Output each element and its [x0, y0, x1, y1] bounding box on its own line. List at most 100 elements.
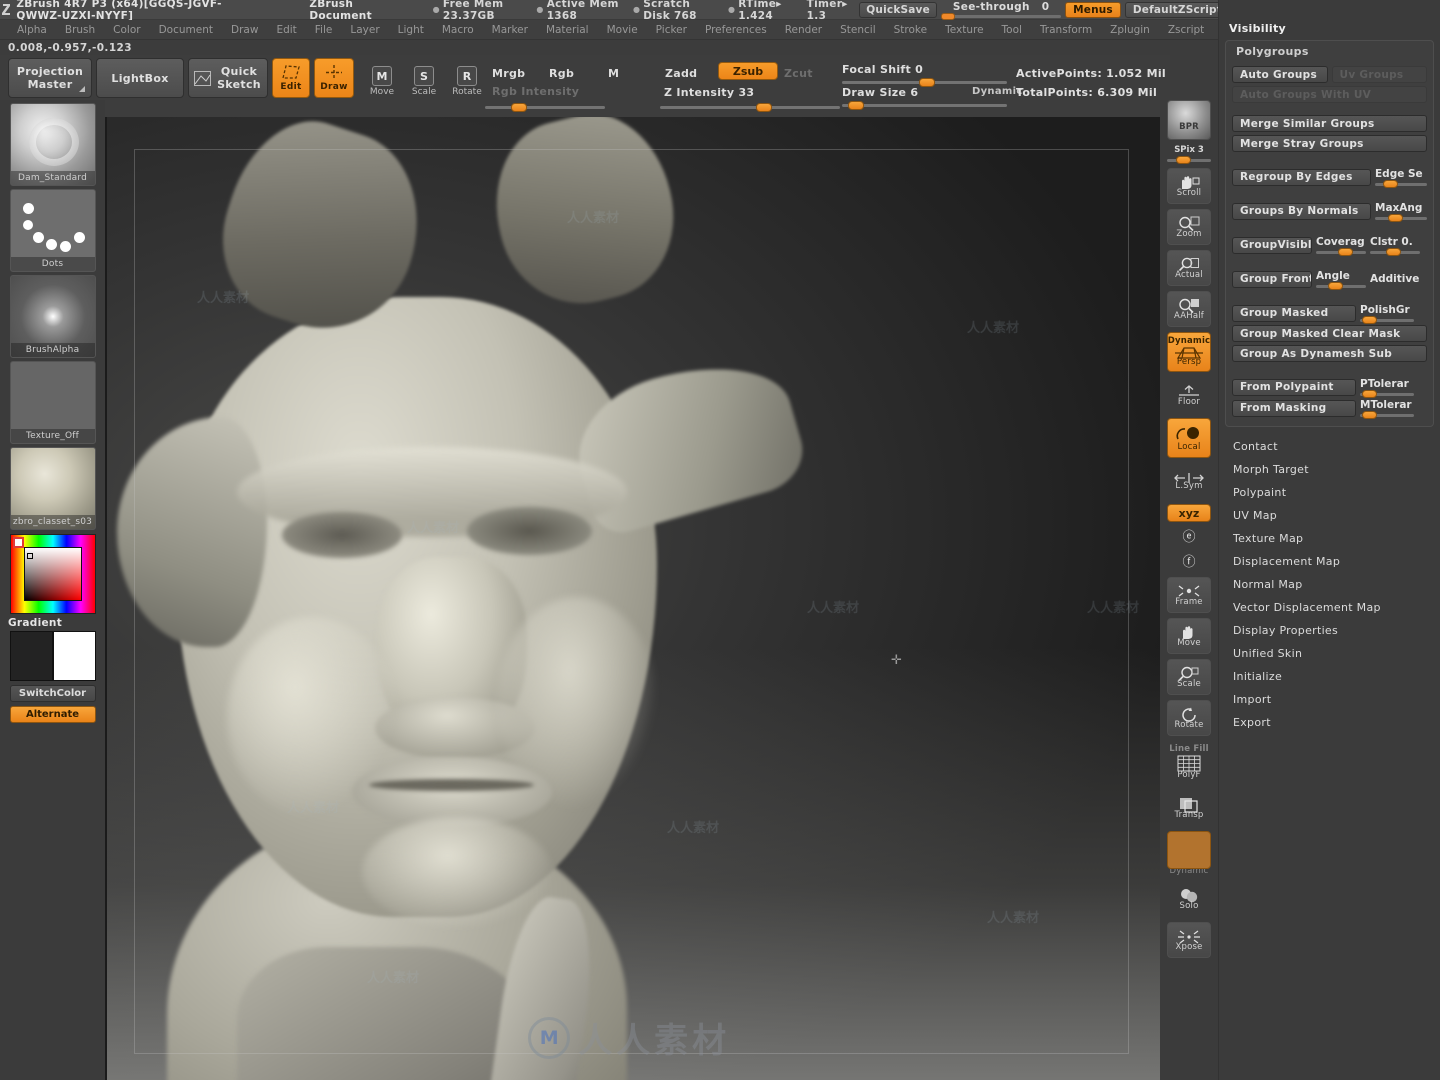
rgb-button[interactable]: Rgb: [549, 67, 574, 80]
canvas-document[interactable]: ✛ 人人素材 人人素材 人人素材 人人素材 人人素材 人人素材 人人素材 人人素…: [107, 117, 1160, 1080]
group-as-dynamesh-sub-button[interactable]: Group As Dynamesh Sub: [1232, 345, 1427, 362]
auto-groups-button[interactable]: Auto Groups: [1232, 66, 1328, 83]
menu-item-layer[interactable]: Layer: [341, 20, 388, 40]
frame-button[interactable]: Frame: [1167, 577, 1211, 613]
uv-groups-button[interactable]: Uv Groups: [1331, 66, 1427, 83]
zcut-button[interactable]: Zcut: [784, 67, 813, 80]
move-button[interactable]: M Move: [366, 65, 398, 97]
mtolerance-knob[interactable]: [1362, 411, 1377, 419]
xpose-button[interactable]: Xpose: [1167, 922, 1211, 958]
current-texture-swatch[interactable]: Texture_Off: [9, 361, 96, 444]
angle-slider[interactable]: Angle: [1316, 270, 1366, 290]
xyz-button[interactable]: xyz: [1167, 504, 1211, 522]
projection-master-button[interactable]: Projection Master: [8, 58, 92, 98]
solo-button[interactable]: Solo: [1167, 881, 1211, 917]
edge-sensitivity-track[interactable]: [1375, 180, 1427, 188]
section-texture-map[interactable]: Texture Map: [1233, 527, 1440, 550]
menu-item-picker[interactable]: Picker: [647, 20, 696, 40]
merge-similar-groups-button[interactable]: Merge Similar Groups: [1232, 115, 1427, 132]
focal-shift-slider[interactable]: [842, 77, 1007, 87]
zoom-button[interactable]: Zoom: [1167, 209, 1211, 245]
aahalf-button[interactable]: AAHalf: [1167, 291, 1211, 327]
bpr-render-button[interactable]: BPR: [1167, 100, 1211, 140]
menu-item-file[interactable]: File: [306, 20, 342, 40]
z-intensity-track[interactable]: [660, 103, 840, 112]
color-picker[interactable]: [9, 534, 96, 614]
section-normal-map[interactable]: Normal Map: [1233, 573, 1440, 596]
draw-size-knob[interactable]: [848, 101, 864, 110]
menu-item-brush[interactable]: Brush: [56, 20, 104, 40]
polish-slider[interactable]: PolishGr: [1360, 304, 1414, 324]
focal-shift-track[interactable]: [842, 78, 1007, 87]
merge-stray-groups-button[interactable]: Merge Stray Groups: [1232, 135, 1427, 152]
additive-toggle[interactable]: Additive: [1370, 273, 1420, 285]
section-vector-displacement[interactable]: Vector Displacement Map: [1233, 596, 1440, 619]
see-through-knob[interactable]: [941, 12, 956, 20]
coverage-track[interactable]: [1316, 248, 1366, 256]
section-uv-map[interactable]: UV Map: [1233, 504, 1440, 527]
y-axis-button[interactable]: ⓔ: [1167, 527, 1211, 547]
move-view-button[interactable]: Move: [1167, 618, 1211, 654]
zadd-button[interactable]: Zadd: [665, 67, 697, 80]
from-masking-button[interactable]: From Masking: [1232, 399, 1356, 417]
menu-item-draw[interactable]: Draw: [222, 20, 267, 40]
scale-button[interactable]: S Scale: [408, 65, 440, 97]
edge-sensitivity-slider[interactable]: Edge Se: [1375, 168, 1427, 188]
mtolerance-slider[interactable]: MTolerar: [1360, 399, 1414, 419]
polish-track[interactable]: [1360, 316, 1414, 324]
group-front-button[interactable]: Group Front: [1232, 270, 1312, 288]
dynamic-swatch-button[interactable]: Dynamic: [1167, 831, 1211, 876]
current-stroke-swatch[interactable]: Dots: [9, 189, 96, 272]
menu-item-zplugin[interactable]: Zplugin: [1101, 20, 1159, 40]
menu-item-marker[interactable]: Marker: [483, 20, 537, 40]
polish-knob[interactable]: [1362, 316, 1377, 324]
menu-item-transform[interactable]: Transform: [1031, 20, 1101, 40]
menu-item-preferences[interactable]: Preferences: [696, 20, 776, 40]
section-initialize[interactable]: Initialize: [1233, 665, 1440, 688]
cluster-slider[interactable]: Clstr 0.: [1370, 236, 1420, 256]
menu-item-document[interactable]: Document: [150, 20, 222, 40]
see-through-slider[interactable]: See-through 0: [941, 1, 1062, 20]
section-morph-target[interactable]: Morph Target: [1233, 458, 1440, 481]
z-intensity-slider[interactable]: [660, 102, 840, 112]
ptolerance-slider[interactable]: PTolerar: [1360, 378, 1414, 398]
z-axis-button[interactable]: ⓕ: [1167, 552, 1211, 572]
secondary-color-swatch[interactable]: [52, 631, 96, 681]
angle-knob[interactable]: [1328, 282, 1343, 290]
maxangle-knob[interactable]: [1388, 214, 1403, 222]
cluster-track[interactable]: [1370, 248, 1420, 256]
zscript-button[interactable]: DefaultZScript: [1124, 1, 1230, 18]
group-visible-button[interactable]: GroupVisible: [1232, 236, 1312, 254]
m-button[interactable]: M: [608, 67, 619, 80]
menu-item-render[interactable]: Render: [776, 20, 831, 40]
alternate-button[interactable]: Alternate: [9, 706, 96, 723]
maxangle-slider[interactable]: MaxAng: [1375, 202, 1427, 222]
polyframe-button[interactable]: Line Fill PolyF: [1167, 741, 1211, 785]
current-material-swatch[interactable]: zbro_classet_s03: [9, 447, 96, 530]
menu-item-stroke[interactable]: Stroke: [885, 20, 936, 40]
menus-toggle-button[interactable]: Menus: [1065, 1, 1121, 18]
mtolerance-track[interactable]: [1360, 411, 1414, 419]
primary-color-swatch[interactable]: [9, 631, 53, 681]
scroll-button[interactable]: Scroll: [1167, 168, 1211, 204]
spix-knob[interactable]: [1176, 156, 1191, 164]
menu-item-zscript[interactable]: Zscript: [1159, 20, 1213, 40]
rgb-intensity-slider[interactable]: [485, 102, 605, 112]
quicksave-button[interactable]: QuickSave: [859, 1, 938, 18]
menu-item-color[interactable]: Color: [104, 20, 149, 40]
scale-view-button[interactable]: Scale: [1167, 659, 1211, 695]
regroup-by-edges-button[interactable]: Regroup By Edges: [1232, 168, 1371, 186]
auto-groups-with-uv-button[interactable]: Auto Groups With UV: [1232, 86, 1427, 103]
groups-by-normals-button[interactable]: Groups By Normals: [1232, 202, 1371, 220]
rgb-intensity-track[interactable]: [485, 103, 605, 112]
transparency-button[interactable]: Transp: [1167, 790, 1211, 826]
menu-item-texture[interactable]: Texture: [936, 20, 992, 40]
mrgb-button[interactable]: Mrgb: [492, 67, 525, 80]
menu-item-alpha[interactable]: Alpha: [8, 20, 56, 40]
group-masked-clear-mask-button[interactable]: Group Masked Clear Mask: [1232, 325, 1427, 342]
section-polypaint[interactable]: Polypaint: [1233, 481, 1440, 504]
draw-size-track[interactable]: [842, 101, 1007, 110]
menu-item-edit[interactable]: Edit: [267, 20, 305, 40]
menu-item-light[interactable]: Light: [389, 20, 433, 40]
group-masked-button[interactable]: Group Masked: [1232, 304, 1356, 322]
